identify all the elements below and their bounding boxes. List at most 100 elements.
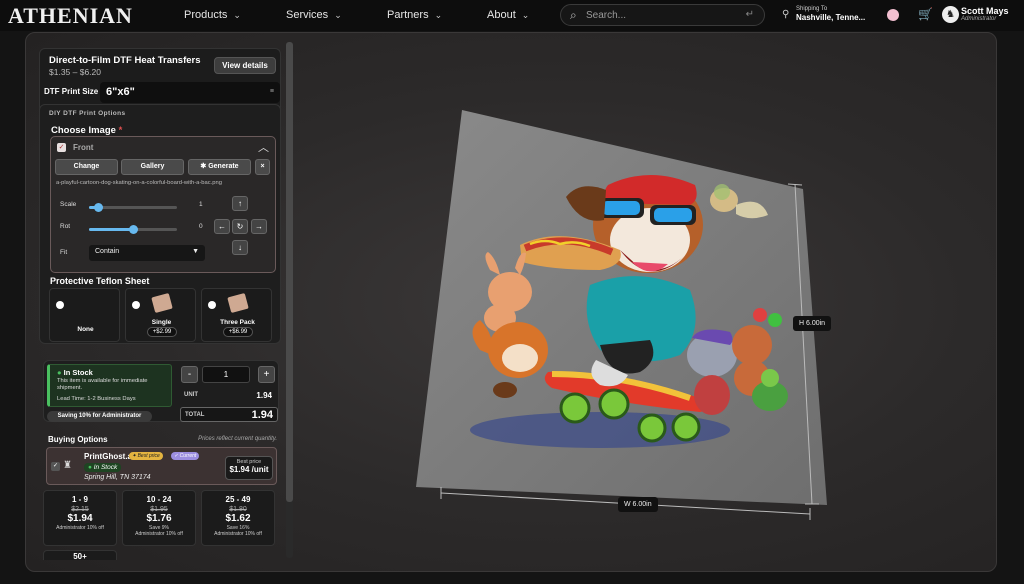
nav-partners[interactable]: Partners ⌄: [387, 9, 442, 21]
rot-slider[interactable]: [89, 225, 177, 234]
tier-range: 25 - 49: [225, 495, 251, 504]
tier-old-price: $1.80: [229, 506, 247, 513]
choose-image-heading: Choose Image *: [51, 125, 122, 136]
best-price-badge-text: Best price: [137, 453, 160, 459]
scale-slider[interactable]: [89, 203, 177, 212]
avatar[interactable]: ♞: [942, 6, 959, 23]
user-name: Scott Mays: [961, 6, 1009, 16]
handle-icon: ≡: [269, 88, 274, 95]
fit-select[interactable]: Contain ▼: [89, 245, 205, 261]
price-tier-3[interactable]: 25 - 49 $1.80 $1.62 Save 16% Administrat…: [201, 490, 275, 546]
teflon-single-price: +$2.99: [147, 327, 177, 337]
search-icon: ⌕: [570, 8, 577, 22]
stock-quantity-card: ● In Stock This item is available for im…: [43, 360, 279, 422]
teflon-option-none[interactable]: None: [49, 288, 120, 342]
saving-badge: Saving 10% for Administrator: [47, 411, 152, 422]
front-image-card: ✓ Front ︿ Change Gallery ✱ Generate × a-…: [50, 136, 276, 273]
scrollbar-thumb[interactable]: [286, 42, 293, 502]
stock-dot: ●: [57, 368, 64, 377]
total-price-row: TOTAL 1.94: [180, 407, 278, 422]
vendor-stock-text: In Stock: [93, 464, 118, 471]
print-size-label: DTF Print Size: [44, 87, 99, 96]
tier-range: 10 - 24: [146, 495, 172, 504]
required-mark: *: [118, 125, 123, 136]
best-price-badge: ✦ Best price: [129, 452, 163, 460]
arrow-left-icon[interactable]: ←: [214, 219, 230, 234]
rot-slider-knob[interactable]: [129, 225, 138, 234]
view-details-button[interactable]: View details: [214, 57, 276, 74]
teflon-option-single[interactable]: Single +$2.99: [125, 288, 196, 342]
location-pin-icon: ⚲: [782, 9, 790, 20]
gallery-button[interactable]: Gallery: [121, 159, 184, 175]
product-options-panel: Direct-to-Film DTF Heat Transfers $1.35 …: [39, 44, 281, 560]
product-price-range: $1.35 – $6.20: [49, 67, 101, 77]
radio-single[interactable]: [132, 301, 140, 309]
search-input[interactable]: ⌕ Search... ↵: [560, 4, 765, 26]
cart-icon[interactable]: 🛒: [918, 7, 933, 21]
teflon-none-label: None: [77, 326, 94, 333]
unit-price: 1.94: [256, 391, 272, 400]
print-size-select[interactable]: 6"x6" ≡: [100, 82, 280, 103]
shipping-location-value: Nashville, Tenne...: [796, 13, 866, 22]
total-label: TOTAL: [185, 412, 205, 418]
image-filename: a-playful-cartoon-dog-skating-on-a-color…: [56, 180, 222, 186]
vendor-stock-badge: ● In Stock: [84, 463, 122, 472]
price-tier-2[interactable]: 10 - 24 $1.95 $1.76 Save 9% Administrato…: [122, 490, 196, 546]
price-tier-4[interactable]: 50+: [43, 550, 117, 560]
vendor-option[interactable]: ✓ ♜ PrintGhost.ai ✦ Best price ✓ Current…: [46, 447, 277, 485]
rot-slider-fill: [89, 228, 133, 231]
increase-qty-button[interactable]: +: [258, 366, 275, 383]
caret-down-icon: ▼: [192, 248, 199, 255]
athenian-logo[interactable]: ATHENIAN: [8, 3, 133, 29]
unit-label: UNIT: [184, 392, 198, 398]
vendor-checkbox[interactable]: ✓: [51, 462, 60, 471]
fit-label: Fit: [60, 249, 68, 256]
arrow-right-icon[interactable]: →: [251, 219, 267, 234]
scale-slider-knob[interactable]: [93, 203, 103, 212]
arrow-down-icon[interactable]: ↓: [232, 240, 248, 255]
generate-button[interactable]: ✱ Generate: [188, 159, 251, 175]
best-price-value: $1.94 /unit: [229, 465, 269, 474]
total-price: 1.94: [251, 409, 273, 421]
price-tier-1[interactable]: 1 - 9 $2.15 $1.94 Administrator 10% off: [43, 490, 117, 546]
height-label: H 6.00in: [793, 316, 832, 331]
radio-three-pack[interactable]: [208, 301, 216, 309]
decrease-qty-button[interactable]: -: [181, 366, 198, 383]
arrow-up-icon[interactable]: ↑: [232, 196, 248, 211]
tier-price: $1.94: [67, 513, 93, 524]
status-dot[interactable]: [887, 9, 899, 21]
tier-price: $1.76: [146, 513, 172, 524]
chevron-up-icon[interactable]: ︿: [258, 139, 269, 155]
nav-partners-label: Partners: [387, 9, 429, 21]
width-label: W 6.00in: [618, 497, 658, 512]
user-menu[interactable]: Scott Mays Administrator: [961, 6, 1009, 22]
quantity-input[interactable]: 1: [202, 366, 250, 383]
teflon-sheet-image: [151, 292, 173, 314]
nav-about-label: About: [487, 9, 516, 21]
scale-value: 1: [199, 201, 203, 208]
top-nav: ATHENIAN Products ⌄ Services ⌄ Partners ⌄ A…: [0, 0, 1024, 31]
radio-none[interactable]: [56, 301, 64, 309]
rot-value: 0: [199, 223, 203, 230]
nav-services[interactable]: Services ⌄: [286, 9, 342, 21]
nav-about[interactable]: About ⌄: [487, 9, 529, 21]
vendor-name: PrintGhost.ai: [84, 452, 135, 461]
change-button[interactable]: Change: [55, 159, 118, 175]
lead-time: Lead Time: 1-2 Business Days: [57, 396, 136, 402]
panel-scrollbar[interactable]: [286, 42, 293, 558]
rot-label: Rot: [60, 223, 71, 230]
stock-description: This item is available for immediate shi…: [57, 378, 148, 391]
front-checkbox[interactable]: ✓: [57, 143, 66, 152]
close-button[interactable]: ×: [255, 159, 270, 175]
buying-options-title: Buying Options: [48, 435, 108, 444]
in-stock-text: In Stock: [63, 368, 93, 377]
reset-icon[interactable]: ↻: [232, 219, 248, 234]
chevron-down-icon: ⌄: [434, 10, 443, 20]
tier-range: 1 - 9: [71, 495, 88, 504]
tier-admin-discount: Administrator 10% off: [135, 531, 183, 537]
nav-products[interactable]: Products ⌄: [184, 9, 241, 21]
chevron-down-icon: ⌄: [233, 10, 241, 20]
teflon-option-three-pack[interactable]: Three Pack +$6.99: [201, 288, 272, 342]
in-stock-box: ● In Stock This item is available for im…: [47, 364, 172, 407]
chevron-down-icon: ⌄: [334, 10, 342, 20]
